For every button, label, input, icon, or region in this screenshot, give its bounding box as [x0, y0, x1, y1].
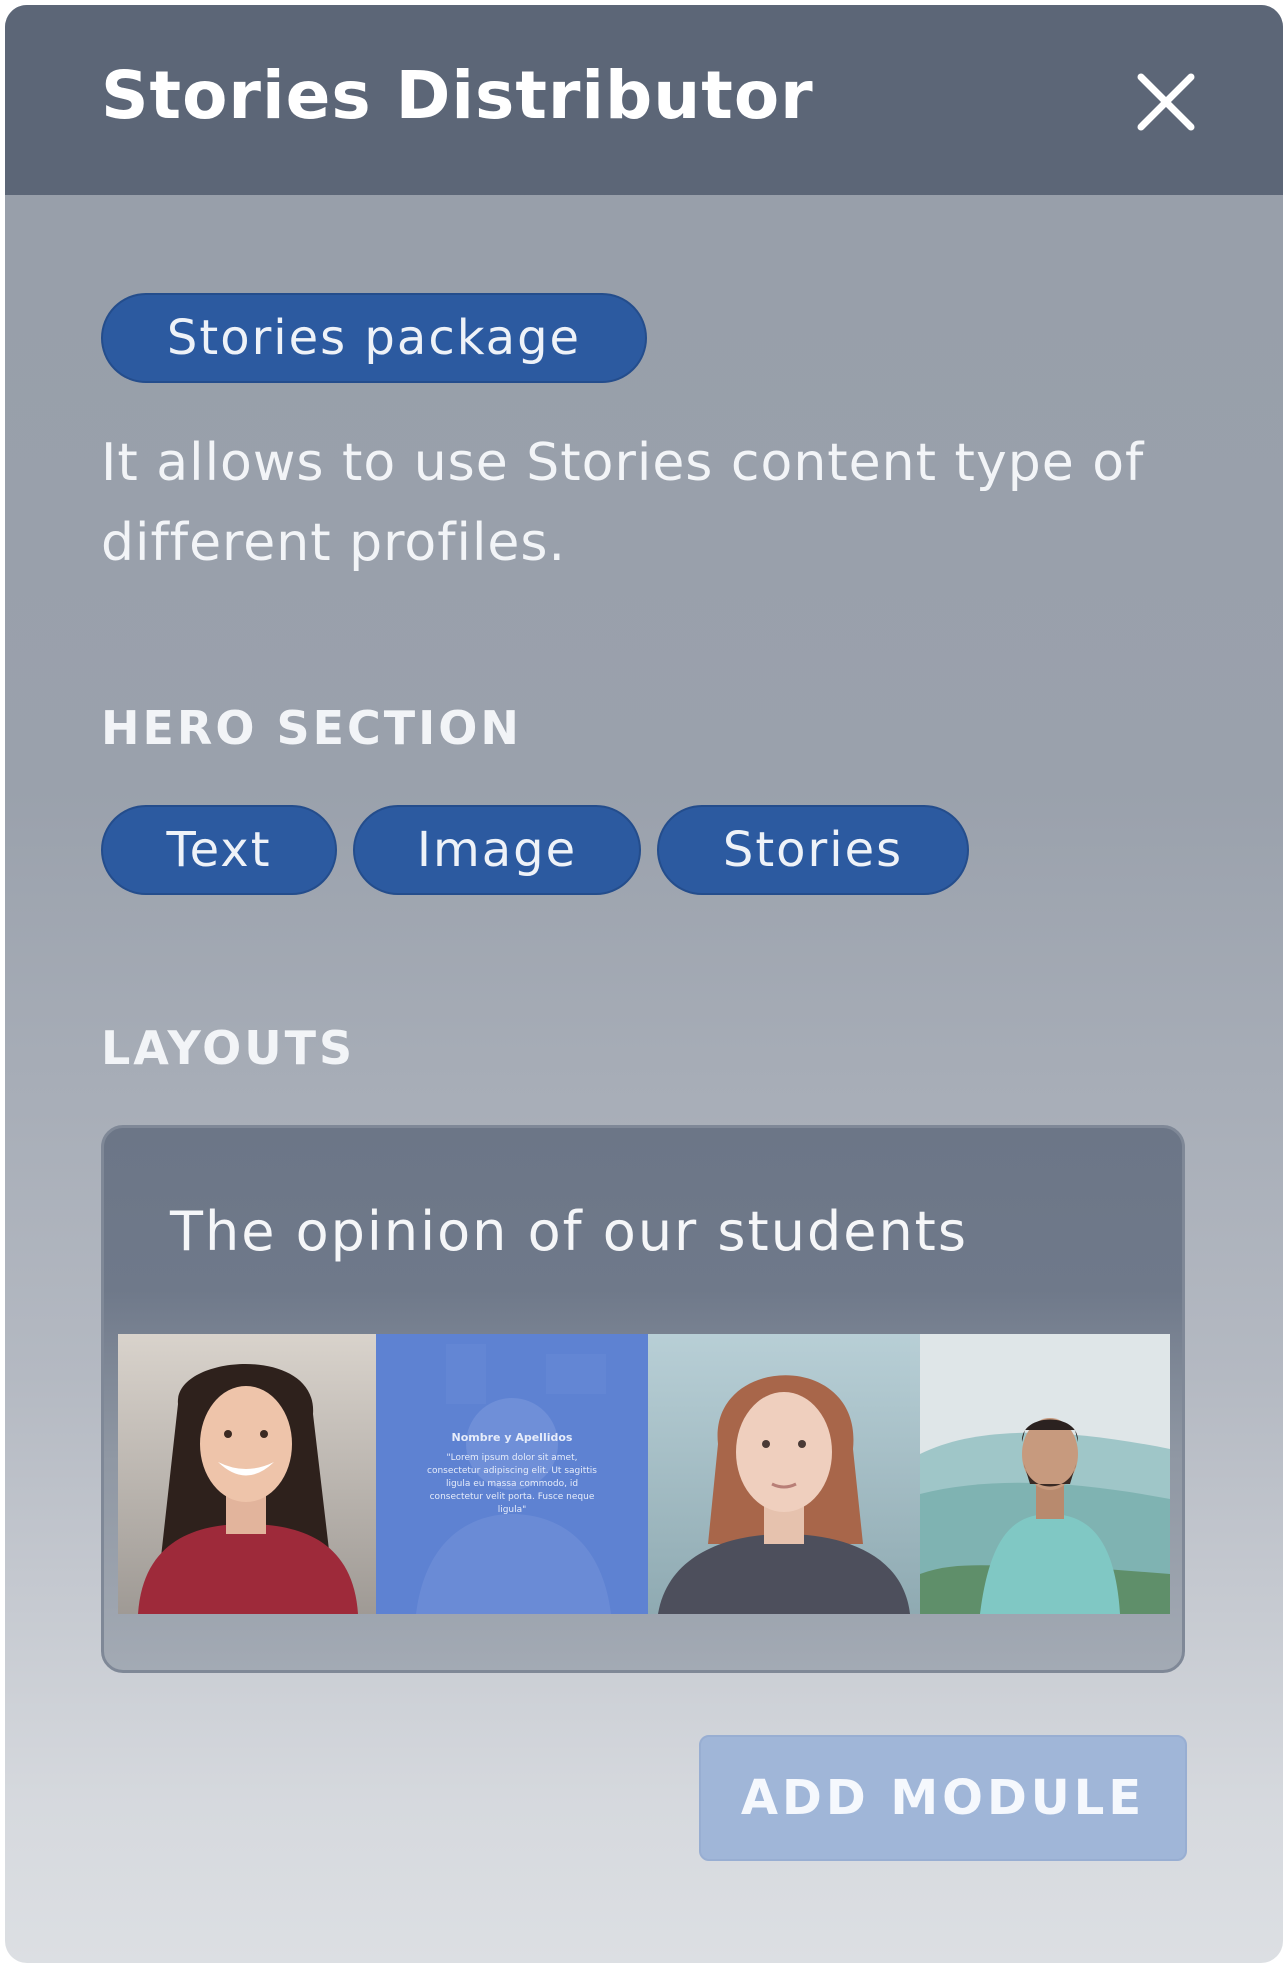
close-icon — [1137, 73, 1195, 131]
package-description: It allows to use Stories content type of… — [101, 433, 1145, 573]
layout-card-title: The opinion of our students — [170, 1200, 968, 1263]
dialog-header: Stories Distributor — [5, 5, 1283, 195]
hero-option-text[interactable]: Text — [101, 805, 337, 895]
hero-section-label: HERO SECTION — [101, 701, 522, 755]
add-module-button[interactable]: ADD MODULE — [699, 1735, 1187, 1861]
hero-option-stories[interactable]: Stories — [657, 805, 969, 895]
dialog-title: Stories Distributor — [101, 57, 814, 134]
thumbnail-woman-smiling — [118, 1334, 376, 1614]
quote-text: "Lorem ipsum dolor sit amet, consectetur… — [427, 1453, 597, 1515]
stories-distributor-dialog: Stories Distributor Stories package It a… — [5, 5, 1283, 1963]
thumbnail-quote-card: Nombre y Apellidos "Lorem ipsum dolor si… — [376, 1334, 648, 1614]
thumbnail-man-teal-shirt — [920, 1334, 1170, 1614]
layout-thumbnails: Nombre y Apellidos "Lorem ipsum dolor si… — [118, 1334, 1170, 1614]
package-badge: Stories package — [101, 293, 647, 383]
quote-overlay: Nombre y Apellidos "Lorem ipsum dolor si… — [376, 1334, 648, 1614]
close-button[interactable] — [1135, 71, 1197, 133]
layouts-label: LAYOUTS — [101, 1021, 356, 1075]
quote-name: Nombre y Apellidos — [451, 1431, 573, 1444]
thumbnail-woman-redhead — [648, 1334, 920, 1614]
layout-option-card[interactable]: The opinion of our students Nombre y Ape… — [101, 1125, 1185, 1673]
hero-option-image[interactable]: Image — [353, 805, 641, 895]
